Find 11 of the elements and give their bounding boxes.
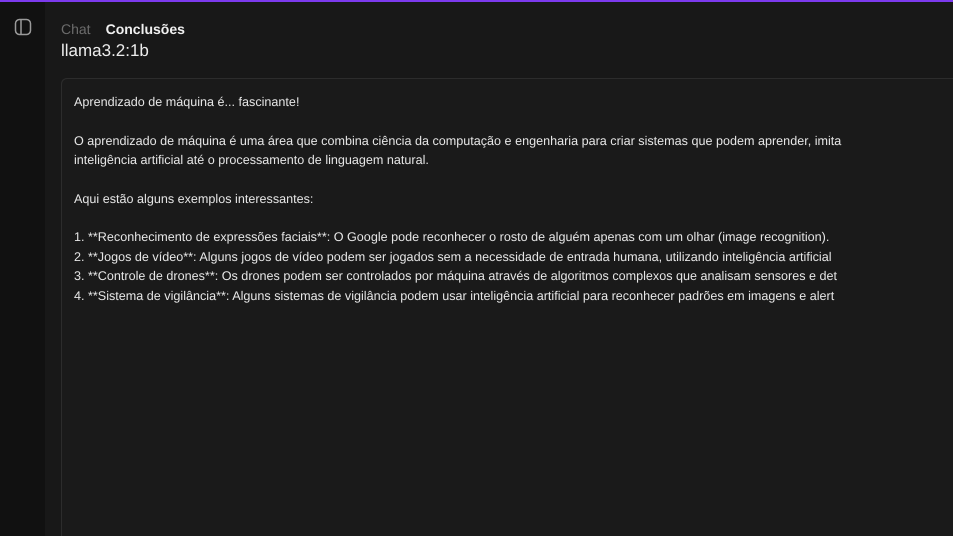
output-line: Aprendizado de máquina é... fascinante! (74, 94, 300, 111)
output-line: 1. **Reconhecimento de expressões faciais**: O Google pode reconhecer o rosto de alguém apenas com um olhar (image recognition). (74, 229, 830, 246)
tab[interactable]: Conclusões (106, 19, 185, 40)
output-line: inteligência artificial até o processamento de linguagem natural. (74, 152, 430, 169)
output-line: 3. **Controle de drones**: Os drones podem ser controlados por máquina através de algoritmos complexos que analisam sensores e det (74, 268, 838, 285)
output-line: O aprendizado de máquina é uma área que combina ciência da computação e engenharia para criar sistemas que podem aprender, imita (74, 132, 842, 150)
output-line: 4. **Sistema de vigilância**: Alguns sistemas de vigilância podem usar inteligência artificial para reconhecer padrões em imagens e alert (74, 288, 836, 305)
output-line: Aqui estão alguns exemplos interessantes: (74, 190, 314, 208)
output-line: 2. **Jogos de vídeo**: Alguns jogos de vídeo podem ser jogados sem a necessidade de entrada humana, utilizando inteligência artificial (74, 248, 833, 266)
sidebar-toggle-icon[interactable] (14, 18, 32, 36)
model-name: llama3.2:1b (61, 40, 150, 62)
